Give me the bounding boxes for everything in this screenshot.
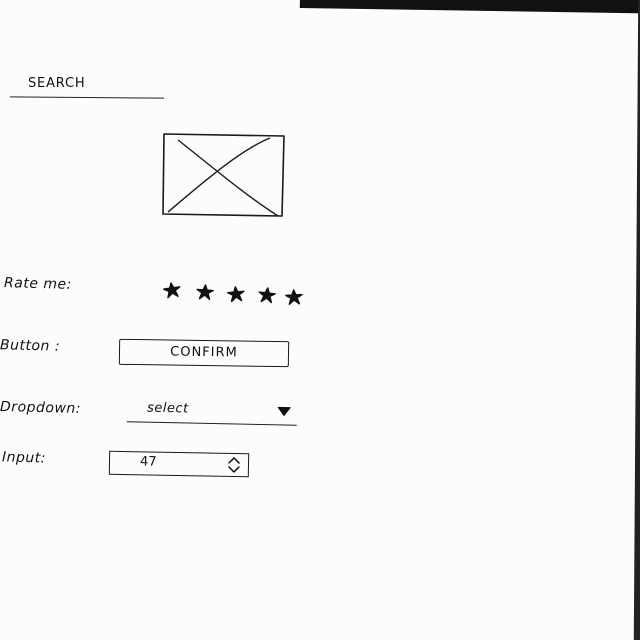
star-icon[interactable] bbox=[258, 287, 276, 304]
rate-label: Rate me: bbox=[3, 275, 73, 293]
star-rating[interactable] bbox=[158, 278, 308, 308]
dropdown-select[interactable]: select bbox=[126, 398, 298, 428]
confirm-button[interactable]: CONFIRM bbox=[118, 338, 290, 368]
dropdown-value: select bbox=[146, 400, 189, 417]
stepper-icon[interactable] bbox=[226, 456, 242, 474]
sketch-page: SEARCH Rate me: Button: CONFIRM Dropdow… bbox=[0, 0, 640, 640]
search-input[interactable]: SEARCH bbox=[9, 72, 165, 99]
number-input[interactable]: 47 bbox=[108, 450, 250, 478]
star-icon[interactable] bbox=[227, 286, 245, 303]
dropdown-label: Dropdown: bbox=[0, 398, 82, 418]
image-placeholder-icon bbox=[162, 133, 285, 217]
input-label: Input: bbox=[1, 449, 47, 467]
search-label: SEARCH bbox=[28, 76, 86, 91]
star-icon[interactable] bbox=[163, 282, 181, 299]
triangle-down-icon[interactable] bbox=[277, 405, 291, 417]
image-placeholder bbox=[160, 130, 288, 220]
star-icon[interactable] bbox=[196, 284, 214, 301]
button-label: Button : bbox=[0, 337, 61, 355]
number-value[interactable]: 47 bbox=[140, 454, 157, 469]
star-icon[interactable] bbox=[285, 289, 303, 306]
